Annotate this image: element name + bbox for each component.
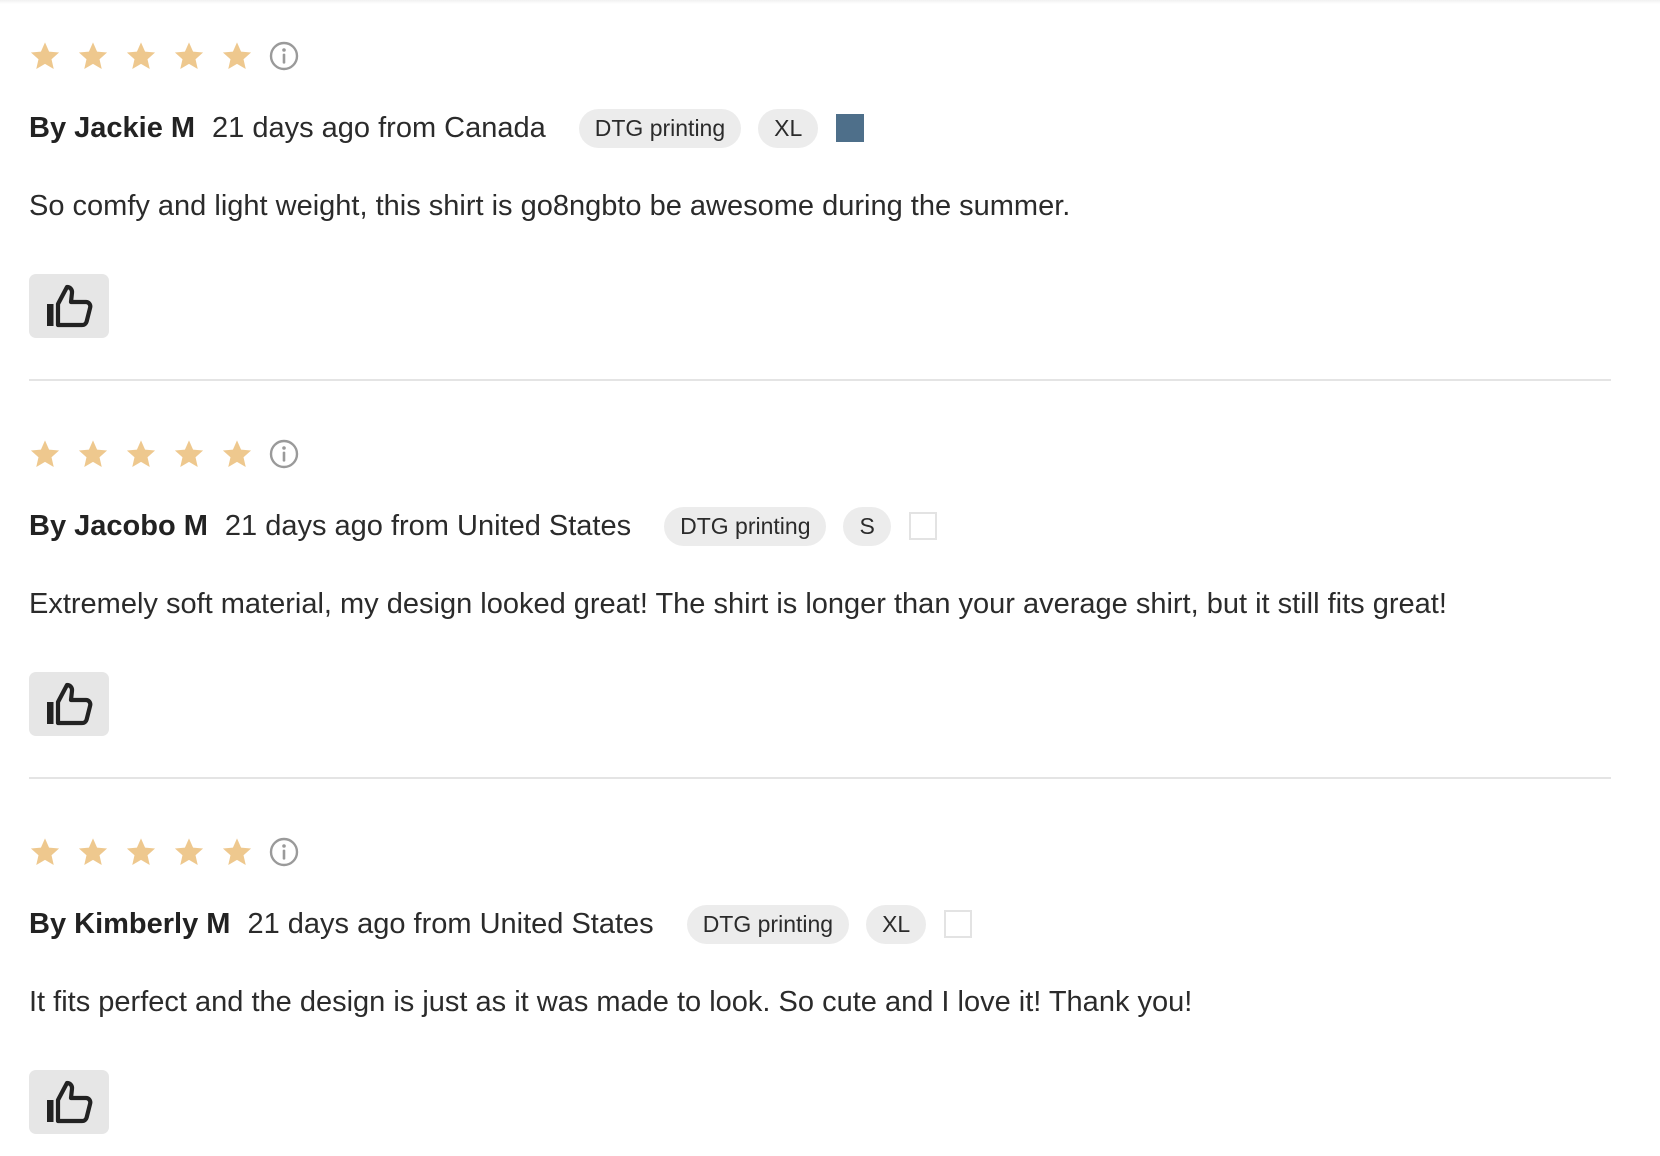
star-icon [173,438,205,470]
star-icon [29,40,61,72]
size-badge: XL [866,904,927,944]
print-method-badge: DTG printing [686,904,850,944]
review-date-location: 21 days ago from United States [247,907,654,940]
review-text: It fits perfect and the design is just a… [29,986,1193,1018]
star-icon [125,40,157,72]
star-icon [77,836,109,868]
review-date-location: 21 days ago from United States [224,509,632,542]
review-text: So comfy and light weight, this shirt is… [29,190,1071,222]
star-icon [77,438,109,470]
color-swatch [908,512,937,540]
star-icon [125,438,157,470]
info-icon[interactable] [268,438,300,470]
thumbs-up-icon [45,1079,93,1125]
like-button[interactable] [29,672,109,736]
star-icon [29,438,61,470]
star-rating [29,834,300,870]
top-edge-shadow [0,0,1660,4]
star-icon [173,40,205,72]
star-icon [173,836,205,868]
print-method-badge: DTG printing [664,506,827,546]
review-meta: By Kimberly M 21 days ago from United St… [29,904,973,944]
color-swatch [836,114,865,142]
review-divider [29,777,1611,779]
like-button[interactable] [29,274,109,338]
star-icon [77,40,109,72]
review-author: By Jackie M [29,111,196,144]
star-icon [29,836,61,868]
star-icon [125,836,157,868]
info-icon[interactable] [268,836,300,868]
review-author: By Jacobo M [29,509,208,542]
review-author: By Kimberly M [29,907,231,940]
star-rating [29,436,300,472]
star-rating [29,38,300,74]
thumbs-up-icon [45,681,93,727]
print-method-badge: DTG printing [578,108,742,148]
review-divider [29,379,1611,381]
star-icon [221,438,253,470]
info-icon[interactable] [268,40,300,72]
review-meta: By Jackie M 21 days ago from Canada DTG … [29,108,865,148]
review-text: Extremely soft material, my design looke… [29,588,1447,620]
review-meta: By Jacobo M 21 days ago from United Stat… [29,506,937,546]
like-button[interactable] [29,1070,109,1134]
color-swatch [944,910,973,938]
star-icon [221,836,253,868]
review-date-location: 21 days ago from Canada [212,111,546,144]
size-badge: XL [758,108,819,148]
size-badge: S [843,506,891,546]
thumbs-up-icon [45,283,93,329]
star-icon [221,40,253,72]
